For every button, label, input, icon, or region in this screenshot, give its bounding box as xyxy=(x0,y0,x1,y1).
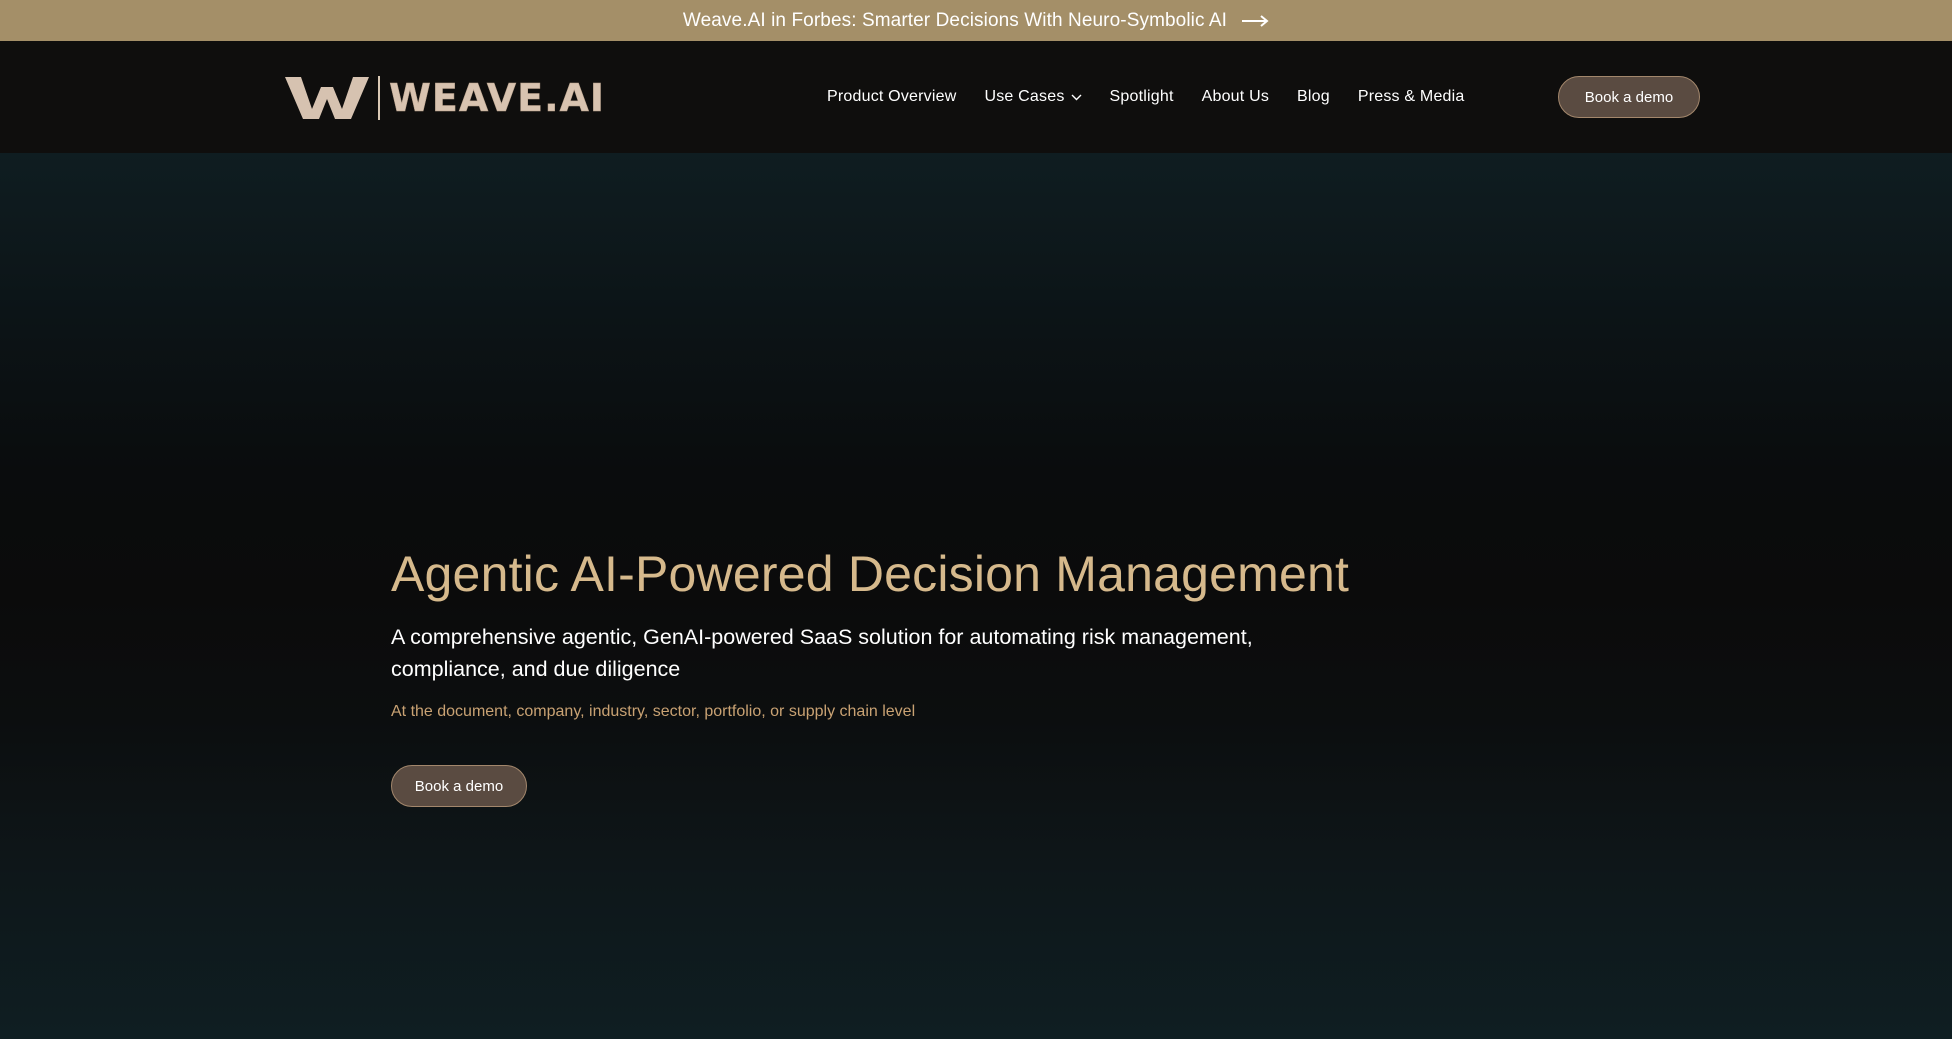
logo-divider xyxy=(378,76,380,120)
nav-spotlight[interactable]: Spotlight xyxy=(1110,88,1174,106)
nav-product-overview[interactable]: Product Overview xyxy=(827,88,956,106)
hero-title: Agentic AI-Powered Decision Management xyxy=(391,546,1350,602)
book-demo-button-header[interactable]: Book a demo xyxy=(1558,76,1700,118)
hero-section: Agentic AI-Powered Decision Management A… xyxy=(0,153,1952,1039)
announcement-text[interactable]: Weave.AI in Forbes: Smarter Decisions Wi… xyxy=(683,10,1227,32)
book-demo-button-hero[interactable]: Book a demo xyxy=(391,765,527,807)
main-nav: Product Overview Use Cases Spotlight Abo… xyxy=(827,41,1493,153)
chevron-down-icon[interactable] xyxy=(1071,94,1082,101)
hero-subtitle: A comprehensive agentic, GenAI-powered S… xyxy=(391,625,1253,681)
logo-w-mark-icon xyxy=(285,77,369,119)
nav-about-us[interactable]: About Us xyxy=(1202,88,1269,106)
nav-use-cases[interactable]: Use Cases xyxy=(984,88,1082,106)
nav-use-cases-label[interactable]: Use Cases xyxy=(984,88,1064,106)
weave-ai-logo[interactable]: WEAVE.AI xyxy=(285,74,605,122)
announcement-bar[interactable]: Weave.AI in Forbes: Smarter Decisions Wi… xyxy=(0,0,1952,41)
nav-blog[interactable]: Blog xyxy=(1297,88,1330,106)
nav-press-media[interactable]: Press & Media xyxy=(1358,88,1465,106)
arrow-right-icon[interactable] xyxy=(1241,14,1269,27)
top-navbar: WEAVE.AI Product Overview Use Cases Spot… xyxy=(0,41,1952,153)
logo-wordmark: WEAVE.AI xyxy=(389,76,606,120)
hero-tagline: At the document, company, industry, sect… xyxy=(391,703,916,720)
